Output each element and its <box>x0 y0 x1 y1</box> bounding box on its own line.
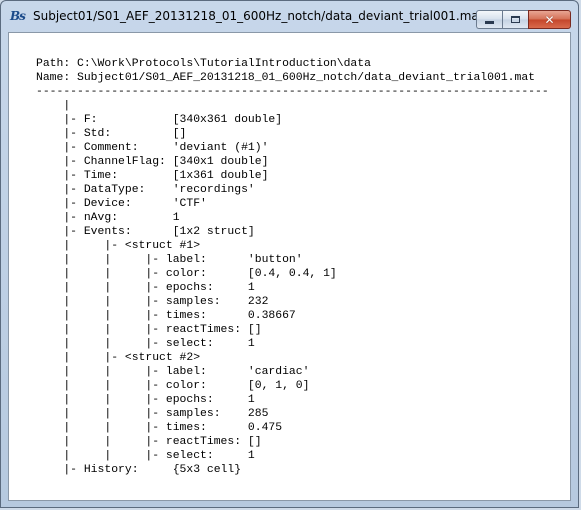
close-button[interactable]: ✕ <box>528 10 571 29</box>
text-line: | | |- label: 'button' <box>36 254 303 266</box>
text-line: Name: Subject01/S01_AEF_20131218_01_600H… <box>36 72 535 84</box>
title-bar[interactable]: Bs Subject01/S01_AEF_20131218_01_600Hz_n… <box>1 1 578 31</box>
structure-dump: Path: C:\Work\Protocols\TutorialIntroduc… <box>36 57 549 477</box>
text-line: |- DataType: 'recordings' <box>36 184 255 196</box>
text-line: | | |- color: [0.4, 0.4, 1] <box>36 268 337 280</box>
text-line: | | |- color: [0, 1, 0] <box>36 380 310 392</box>
maximize-icon <box>511 16 520 23</box>
text-line: |- History: {5x3 cell} <box>36 464 242 476</box>
text-line: | | |- reactTimes: [] <box>36 436 262 448</box>
text-line: | |- <struct #1> <box>36 240 201 252</box>
minimize-icon <box>485 21 494 24</box>
text-line: | |- <struct #2> <box>36 352 201 364</box>
text-line: Path: C:\Work\Protocols\TutorialIntroduc… <box>36 58 371 70</box>
text-line: | | |- label: 'cardiac' <box>36 366 310 378</box>
text-line: | | |- times: 0.475 <box>36 422 283 434</box>
text-line: |- ChannelFlag: [340x1 double] <box>36 156 269 168</box>
text-line: |- Events: [1x2 struct] <box>36 226 255 238</box>
text-viewer[interactable]: Path: C:\Work\Protocols\TutorialIntroduc… <box>8 32 571 501</box>
text-line: | | |- samples: 285 <box>36 408 269 420</box>
app-window: Bs Subject01/S01_AEF_20131218_01_600Hz_n… <box>0 0 579 508</box>
text-line: | | |- epochs: 1 <box>36 394 255 406</box>
text-line: |- Comment: 'deviant (#1)' <box>36 142 269 154</box>
minimize-button[interactable] <box>476 10 502 29</box>
text-line: | | |- times: 0.38667 <box>36 310 296 322</box>
text-line: | | |- select: 1 <box>36 338 255 350</box>
text-line: | | |- select: 1 <box>36 450 255 462</box>
text-line: |- nAvg: 1 <box>36 212 180 224</box>
window-controls: ✕ <box>476 10 571 29</box>
text-line: | | |- epochs: 1 <box>36 282 255 294</box>
maximize-button[interactable] <box>502 10 528 29</box>
text-line: | | |- reactTimes: [] <box>36 324 262 336</box>
brainstorm-app-icon: Bs <box>10 9 26 23</box>
window-title: Subject01/S01_AEF_20131218_01_600Hz_notc… <box>33 9 484 23</box>
text-line: | | |- samples: 232 <box>36 296 269 308</box>
text-line: | <box>36 100 71 112</box>
close-icon: ✕ <box>544 12 555 27</box>
text-line: |- Device: 'CTF' <box>36 198 207 210</box>
text-line: |- Time: [1x361 double] <box>36 170 269 182</box>
text-line: |- Std: [] <box>36 128 187 140</box>
text-line: ----------------------------------------… <box>36 86 549 98</box>
text-line: |- F: [340x361 double] <box>36 114 283 126</box>
